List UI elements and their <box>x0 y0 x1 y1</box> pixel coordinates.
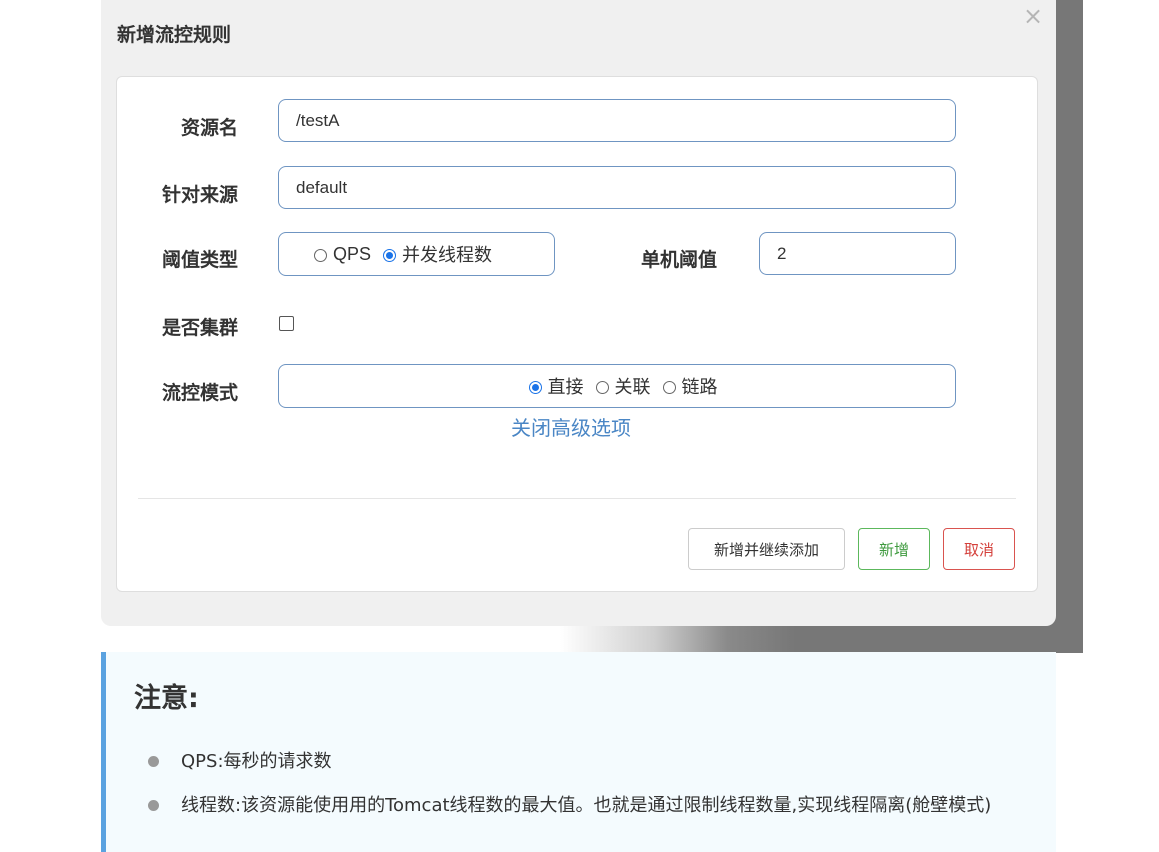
single-threshold-label: 单机阈值 <box>640 249 717 271</box>
cluster-checkbox[interactable] <box>279 316 294 331</box>
resource-input[interactable]: /testA <box>278 99 956 142</box>
radio-qps[interactable] <box>314 248 327 262</box>
close-advanced-options-link[interactable]: 关闭高级选项 <box>511 412 631 441</box>
option-label: 直接 <box>547 377 584 398</box>
note-item: 线程数:该资源能使用用的Tomcat线程数的最大值。也就是通过限制线程数量,实现… <box>181 795 992 816</box>
add-flow-rule-dialog: 新增流控规则 × 资源名 /testA 针对来源 default 阈值类型 QP… <box>101 0 1056 626</box>
single-threshold-input[interactable]: 2 <box>759 232 956 275</box>
note-box: 注意: QPS:每秒的请求数 线程数:该资源能使用用的Tomcat线程数的最大值… <box>101 652 1056 852</box>
dialog-title: 新增流控规则 <box>117 24 232 46</box>
resource-label: 资源名 <box>180 117 238 139</box>
radio-threads-selected[interactable] <box>383 248 397 262</box>
bullet-icon <box>148 800 159 811</box>
flow-mode-option-chain[interactable]: 链路 <box>662 373 718 399</box>
bullet-icon <box>148 756 159 767</box>
radio-chain[interactable] <box>662 380 676 394</box>
flow-mode-radio-group: 直接 关联 链路 <box>278 364 956 408</box>
footer-divider <box>138 498 1016 499</box>
cancel-button[interactable]: 取消 <box>943 528 1015 570</box>
option-label: 链路 <box>681 377 718 398</box>
threshold-type-label: 阈值类型 <box>161 249 238 271</box>
threshold-type-option-threads[interactable]: 并发线程数 <box>383 241 492 267</box>
note-item: QPS:每秒的请求数 <box>181 751 332 772</box>
note-title: 注意: <box>134 683 199 714</box>
form-panel: 资源名 /testA 针对来源 default 阈值类型 QPS 并发线程数 单… <box>116 76 1038 592</box>
add-button[interactable]: 新增 <box>858 528 930 570</box>
close-icon[interactable]: × <box>1023 4 1043 28</box>
flow-mode-label: 流控模式 <box>161 382 238 404</box>
add-and-continue-button[interactable]: 新增并继续添加 <box>688 528 845 570</box>
cluster-label: 是否集群 <box>161 317 238 339</box>
flow-mode-option-direct[interactable]: 直接 <box>528 373 584 399</box>
threshold-type-option-qps[interactable]: QPS <box>314 244 371 265</box>
origin-label: 针对来源 <box>161 184 238 206</box>
radio-direct-selected[interactable] <box>528 380 542 394</box>
radio-related[interactable] <box>595 380 609 394</box>
option-label: 关联 <box>614 377 651 398</box>
threshold-type-radio-group: QPS 并发线程数 <box>278 232 555 276</box>
option-label: QPS <box>333 243 372 264</box>
option-label: 并发线程数 <box>402 245 493 266</box>
origin-input[interactable]: default <box>278 166 956 209</box>
flow-mode-option-related[interactable]: 关联 <box>595 373 651 399</box>
